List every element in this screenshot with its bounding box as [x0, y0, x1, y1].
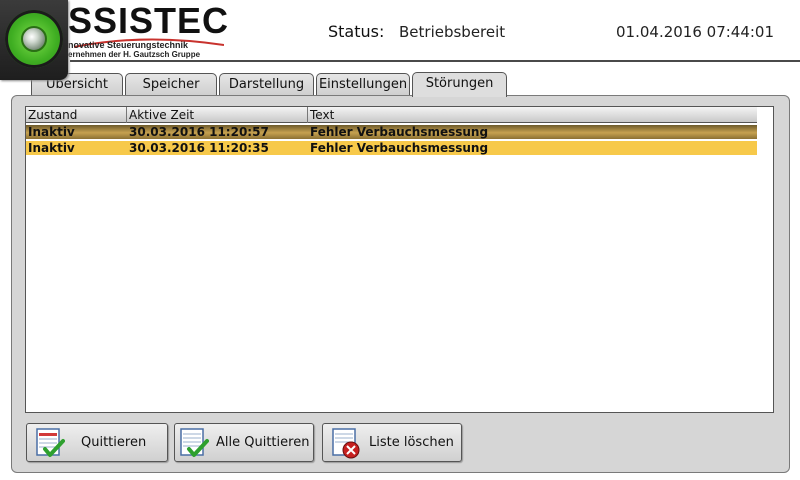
status-label: Status: [328, 22, 385, 41]
cell-time: 30.03.2016 11:20:35 [129, 141, 269, 155]
brand-subtitle-2: ernehmen der H. Gautzsch Gruppe [68, 50, 201, 59]
column-header-active-time[interactable]: Aktive Zeit [127, 107, 308, 123]
button-label: Liste löschen [369, 435, 454, 450]
table-scrollbar[interactable] [757, 107, 773, 412]
brand-subtitle-1: novative Steuerungstechnik [68, 40, 189, 50]
table-row[interactable]: Inaktiv 30.03.2016 11:20:57 Fehler Verba… [26, 125, 757, 139]
cell-text: Fehler Verbauchsmessung [310, 141, 489, 155]
tab-label: Darstellung [228, 77, 305, 92]
tab-darstellung[interactable]: Darstellung [219, 73, 314, 95]
tab-einstellungen[interactable]: Einstellungen [316, 73, 410, 95]
cell-state: Inaktiv [28, 125, 75, 139]
tab-speicher[interactable]: Speicher [125, 73, 217, 95]
tab-label: Speicher [142, 77, 200, 92]
column-header-state[interactable]: Zustand [26, 107, 127, 123]
tab-label: Einstellungen [318, 77, 408, 92]
header-divider [70, 60, 800, 62]
alarm-table: Zustand Aktive Zeit Text Inaktiv 30.03.2… [25, 106, 774, 413]
list-delete-icon [332, 428, 360, 459]
status-light-icon [21, 26, 47, 52]
company-logo: SSISTEC novative Steuerungstechnik erneh… [68, 2, 228, 60]
header-bar: SSISTEC novative Steuerungstechnik erneh… [0, 0, 800, 62]
cell-state: Inaktiv [28, 141, 75, 155]
clear-list-button[interactable]: Liste löschen [322, 423, 462, 462]
list-check-icon [36, 428, 65, 457]
tab-label: Störungen [425, 76, 494, 91]
home-logo-button[interactable] [0, 0, 68, 80]
column-header-text[interactable]: Text [308, 107, 757, 123]
cell-time: 30.03.2016 11:20:57 [129, 125, 269, 139]
button-label: Alle Quittieren [216, 435, 310, 450]
table-header: Zustand Aktive Zeit Text [26, 107, 757, 123]
acknowledge-all-button[interactable]: Alle Quittieren [174, 423, 314, 462]
datetime-display: 01.04.2016 07:44:01 [616, 23, 775, 41]
cell-text: Fehler Verbauchsmessung [310, 125, 489, 139]
tab-stoerungen[interactable]: Störungen [412, 72, 507, 97]
table-row[interactable]: Inaktiv 30.03.2016 11:20:35 Fehler Verba… [26, 141, 757, 155]
button-label: Quittieren [81, 435, 147, 450]
list-check-all-icon [180, 428, 209, 457]
acknowledge-button[interactable]: Quittieren [26, 423, 168, 462]
status-value: Betriebsbereit [399, 23, 506, 41]
